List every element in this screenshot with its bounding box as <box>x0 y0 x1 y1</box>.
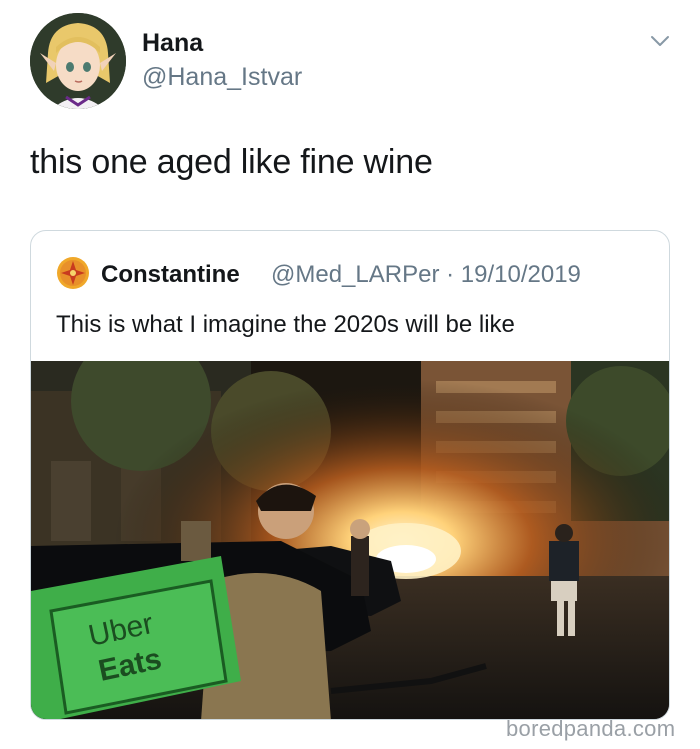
quoted-text: This is what I imagine the 2020s will be… <box>56 311 515 338</box>
avatar-illustration <box>30 13 126 109</box>
quoted-tweet[interactable]: Constantine @Med_LARPer · 19/10/2019 Thi… <box>30 230 670 720</box>
author-handle[interactable]: @Hana_Istvar <box>142 63 302 92</box>
quoted-date[interactable]: 19/10/2019 <box>461 261 581 288</box>
author-name[interactable]: Hana <box>142 29 203 58</box>
chevron-down-icon[interactable] <box>649 33 671 49</box>
crest-icon[interactable] <box>56 256 90 290</box>
quoted-media-image[interactable]: Uber Eats <box>31 361 670 720</box>
quoted-author-handle[interactable]: @Med_LARPer <box>271 261 439 288</box>
author-avatar[interactable] <box>30 13 126 109</box>
quoted-meta: @Med_LARPer · 19/10/2019 <box>271 261 581 289</box>
watermark: boredpanda.com <box>506 716 676 741</box>
meta-separator: · <box>446 261 455 288</box>
quoted-author-name[interactable]: Constantine <box>101 261 240 289</box>
tweet-text: this one aged like fine wine <box>30 143 433 181</box>
